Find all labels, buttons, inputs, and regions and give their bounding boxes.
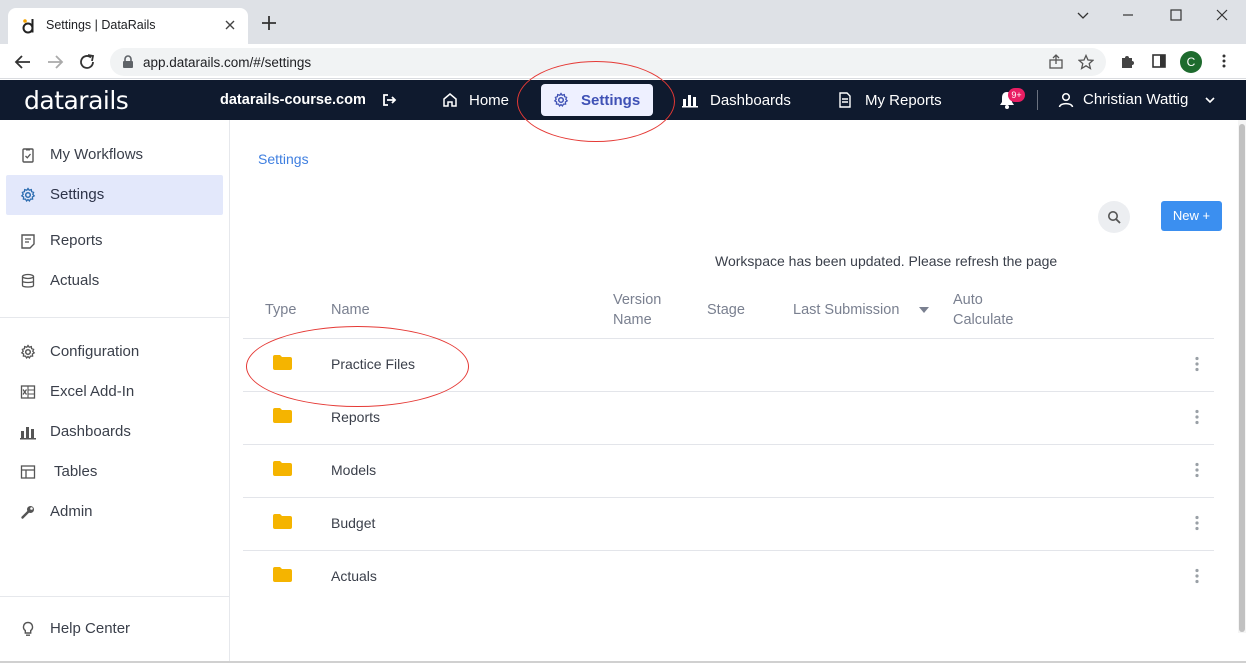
sidebar-item-dashboards[interactable]: Dashboards (6, 412, 223, 452)
breadcrumb[interactable]: Settings (258, 151, 309, 167)
column-header-version-name[interactable]: Version Name (613, 290, 661, 330)
sidebar-item-actuals[interactable]: Actuals (6, 261, 223, 301)
user-name: Christian Wattig (1083, 91, 1189, 108)
row-name[interactable]: Actuals (331, 568, 377, 584)
gear-icon (553, 92, 569, 108)
row-name[interactable]: Reports (331, 409, 380, 425)
report-icon (20, 233, 36, 249)
share-icon[interactable] (1048, 54, 1064, 70)
folder-icon (273, 461, 292, 476)
bookmark-star-icon[interactable] (1078, 54, 1094, 70)
new-tab-icon[interactable] (260, 14, 278, 32)
nav-my-reports[interactable]: My Reports (837, 84, 947, 116)
sidebar-item-excel-add-in[interactable]: Excel Add-In (6, 372, 223, 412)
row-menu-icon[interactable] (1194, 409, 1200, 425)
column-header-last-submission[interactable]: Last Submission (793, 300, 929, 320)
clipboard-icon (20, 147, 36, 163)
refresh-notice: Workspace has been updated. Please refre… (715, 253, 1058, 269)
row-menu-icon[interactable] (1194, 356, 1200, 372)
url-text[interactable]: app.datarails.com/#/settings (143, 55, 311, 70)
sidebar: My Workflows Settings Reports Actuals Co… (0, 120, 230, 663)
table-row[interactable]: Practice Files (243, 338, 1214, 391)
table-icon (20, 464, 36, 480)
column-header-auto-calculate[interactable]: Auto Calculate (953, 290, 1013, 330)
home-icon (442, 92, 458, 108)
lock-icon[interactable] (122, 55, 134, 69)
forward-icon[interactable] (46, 53, 64, 71)
table-row[interactable]: Budget (243, 497, 1214, 550)
sidebar-item-admin[interactable]: Admin (6, 492, 223, 532)
gear-icon (20, 344, 36, 360)
excel-icon (20, 384, 36, 400)
column-header-type[interactable]: Type (265, 300, 296, 320)
table-row[interactable]: Actuals (243, 550, 1214, 603)
browser-tab-strip: Settings | DataRails (0, 0, 1246, 44)
row-name[interactable]: Practice Files (331, 356, 415, 372)
minimize-icon[interactable] (1121, 8, 1135, 22)
search-icon (1108, 211, 1121, 224)
browser-menu-icon[interactable] (1216, 53, 1232, 69)
workspace-switcher[interactable]: datarails-course.com (220, 92, 397, 108)
folder-icon (273, 514, 292, 529)
sidebar-item-help-center[interactable]: Help Center (6, 609, 223, 649)
sort-caret-icon[interactable] (919, 307, 929, 313)
folder-icon (273, 408, 292, 423)
row-name[interactable]: Models (331, 462, 376, 478)
bar-chart-icon (682, 92, 698, 108)
table-row[interactable]: Models (243, 444, 1214, 497)
database-icon (20, 273, 36, 289)
column-header-stage[interactable]: Stage (707, 300, 745, 320)
tab-close-icon[interactable] (222, 17, 238, 33)
switch-workspace-icon (383, 93, 397, 107)
tab-title: Settings | DataRails (46, 18, 156, 32)
row-menu-icon[interactable] (1194, 568, 1200, 584)
sidebar-item-my-workflows[interactable]: My Workflows (6, 135, 223, 175)
sidebar-item-reports[interactable]: Reports (6, 221, 223, 261)
nav-settings[interactable]: Settings (541, 84, 653, 116)
extensions-puzzle-icon[interactable] (1119, 53, 1135, 69)
notification-badge: 9+ (1008, 88, 1025, 102)
workspace-name: datarails-course.com (220, 92, 366, 108)
nav-home[interactable]: Home (440, 84, 520, 116)
bar-chart-icon (20, 424, 36, 440)
side-panel-icon[interactable] (1151, 53, 1167, 69)
new-button[interactable]: New + (1161, 201, 1222, 231)
row-name[interactable]: Budget (331, 515, 375, 531)
datarails-logo[interactable]: datarails (24, 86, 129, 115)
browser-tab[interactable]: Settings | DataRails (8, 8, 248, 44)
nav-dashboards[interactable]: Dashboards (682, 84, 802, 116)
row-menu-icon[interactable] (1194, 462, 1200, 478)
column-header-name[interactable]: Name (331, 300, 370, 320)
back-icon[interactable] (14, 53, 32, 71)
gear-icon (20, 187, 36, 203)
folder-icon (273, 567, 292, 582)
chevron-down-icon (1204, 95, 1216, 105)
table-row[interactable]: Reports (243, 391, 1214, 444)
row-menu-icon[interactable] (1194, 515, 1200, 531)
close-window-icon[interactable] (1215, 8, 1229, 22)
lightbulb-icon (20, 621, 36, 637)
user-icon (1058, 92, 1074, 108)
sidebar-divider (0, 596, 229, 597)
sidebar-item-settings[interactable]: Settings (6, 175, 223, 215)
reload-icon[interactable] (78, 53, 96, 71)
sidebar-item-configuration[interactable]: Configuration (6, 332, 223, 372)
sidebar-divider (0, 317, 229, 318)
maximize-icon[interactable] (1169, 8, 1183, 22)
sidebar-item-tables[interactable]: Tables (6, 452, 223, 492)
wrench-icon (20, 504, 36, 520)
profile-avatar[interactable]: C (1180, 51, 1202, 73)
document-icon (837, 92, 853, 108)
datarails-favicon-icon (22, 18, 36, 34)
folder-icon (273, 355, 292, 370)
address-bar[interactable]: app.datarails.com/#/settings (110, 48, 1106, 76)
browser-toolbar: app.datarails.com/#/settings C (0, 44, 1246, 79)
scrollbar-thumb[interactable] (1239, 124, 1245, 632)
header-divider (1037, 90, 1038, 110)
tab-search-chevron-icon[interactable] (1076, 8, 1090, 22)
search-button[interactable] (1098, 201, 1130, 233)
